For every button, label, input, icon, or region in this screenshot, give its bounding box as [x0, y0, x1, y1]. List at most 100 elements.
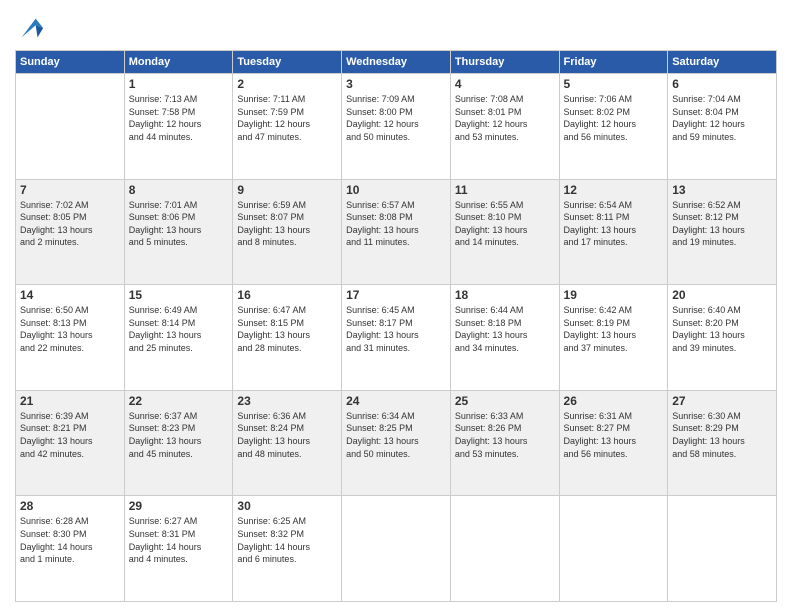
day-info: Sunrise: 6:50 AM Sunset: 8:13 PM Dayligh…: [20, 304, 120, 354]
day-number: 17: [346, 288, 446, 302]
calendar-week-row: 1Sunrise: 7:13 AM Sunset: 7:58 PM Daylig…: [16, 74, 777, 180]
calendar-cell: 18Sunrise: 6:44 AM Sunset: 8:18 PM Dayli…: [450, 285, 559, 391]
day-number: 16: [237, 288, 337, 302]
calendar-week-row: 7 Sunrise: 7:02 AM Sunset: 8:05 PM Daylig…: [16, 179, 777, 285]
calendar-cell: 21 Sunrise: 6:39 AM Sunset: 8:21 PM Dayli…: [16, 390, 125, 496]
calendar-cell: 25 Sunrise: 6:33 AM Sunset: 8:26 PM Dayli…: [450, 390, 559, 496]
logo-icon: [17, 14, 45, 42]
day-info: Sunrise: 6:59 AM Sunset: 8:07 PM Dayligh…: [237, 199, 337, 249]
weekday-header: Thursday: [450, 51, 559, 74]
day-info: Sunrise: 6:44 AM Sunset: 8:18 PM Dayligh…: [455, 304, 555, 354]
day-info: Sunrise: 6:49 AM Sunset: 8:14 PM Dayligh…: [129, 304, 229, 354]
day-number: 6: [672, 77, 772, 91]
calendar-cell: 3 Sunrise: 7:09 AM Sunset: 8:00 PM Daylig…: [342, 74, 451, 180]
weekday-header: Friday: [559, 51, 668, 74]
day-info: Sunrise: 6:27 AM Sunset: 8:31 PM Dayligh…: [129, 515, 229, 565]
day-number: 22: [129, 394, 229, 408]
day-info: Sunrise: 6:54 AM Sunset: 8:11 PM Dayligh…: [564, 199, 664, 249]
day-number: 3: [346, 77, 446, 91]
day-number: 29: [129, 499, 229, 513]
weekday-header: Sunday: [16, 51, 125, 74]
day-number: 27: [672, 394, 772, 408]
calendar-cell: 5Sunrise: 7:06 AM Sunset: 8:02 PM Daylig…: [559, 74, 668, 180]
day-info: Sunrise: 6:55 AM Sunset: 8:10 PM Dayligh…: [455, 199, 555, 249]
day-number: 14: [20, 288, 120, 302]
calendar-cell: 12 Sunrise: 6:54 AM Sunset: 8:11 PM Dayli…: [559, 179, 668, 285]
calendar-cell: 6 Sunrise: 7:04 AM Sunset: 8:04 PM Daylig…: [668, 74, 777, 180]
weekday-header: Monday: [124, 51, 233, 74]
calendar-cell: [668, 496, 777, 602]
page: SundayMondayTuesdayWednesdayThursdayFrid…: [0, 0, 792, 612]
day-info: Sunrise: 6:45 AM Sunset: 8:17 PM Dayligh…: [346, 304, 446, 354]
day-info: Sunrise: 6:37 AM Sunset: 8:23 PM Dayligh…: [129, 410, 229, 460]
day-info: Sunrise: 7:01 AM Sunset: 8:06 PM Dayligh…: [129, 199, 229, 249]
day-number: 10: [346, 183, 446, 197]
day-number: 20: [672, 288, 772, 302]
calendar-cell: 10 Sunrise: 6:57 AM Sunset: 8:08 PM Dayli…: [342, 179, 451, 285]
day-info: Sunrise: 6:57 AM Sunset: 8:08 PM Dayligh…: [346, 199, 446, 249]
day-info: Sunrise: 6:31 AM Sunset: 8:27 PM Dayligh…: [564, 410, 664, 460]
weekday-header: Tuesday: [233, 51, 342, 74]
day-number: 19: [564, 288, 664, 302]
day-number: 11: [455, 183, 555, 197]
calendar-cell: [16, 74, 125, 180]
calendar-cell: 20 Sunrise: 6:40 AM Sunset: 8:20 PM Dayli…: [668, 285, 777, 391]
calendar-cell: 22 Sunrise: 6:37 AM Sunset: 8:23 PM Dayli…: [124, 390, 233, 496]
day-number: 4: [455, 77, 555, 91]
day-info: Sunrise: 6:39 AM Sunset: 8:21 PM Dayligh…: [20, 410, 120, 460]
day-info: Sunrise: 6:47 AM Sunset: 8:15 PM Dayligh…: [237, 304, 337, 354]
day-info: Sunrise: 7:11 AM Sunset: 7:59 PM Dayligh…: [237, 93, 337, 143]
calendar-cell: 23 Sunrise: 6:36 AM Sunset: 8:24 PM Dayli…: [233, 390, 342, 496]
day-number: 23: [237, 394, 337, 408]
header-row: SundayMondayTuesdayWednesdayThursdayFrid…: [16, 51, 777, 74]
calendar-cell: 4Sunrise: 7:08 AM Sunset: 8:01 PM Daylig…: [450, 74, 559, 180]
calendar-cell: 29 Sunrise: 6:27 AM Sunset: 8:31 PM Dayli…: [124, 496, 233, 602]
calendar-cell: 24 Sunrise: 6:34 AM Sunset: 8:25 PM Dayli…: [342, 390, 451, 496]
calendar-week-row: 21 Sunrise: 6:39 AM Sunset: 8:21 PM Dayli…: [16, 390, 777, 496]
day-number: 30: [237, 499, 337, 513]
calendar-cell: 14 Sunrise: 6:50 AM Sunset: 8:13 PM Dayli…: [16, 285, 125, 391]
day-number: 28: [20, 499, 120, 513]
calendar-cell: 1Sunrise: 7:13 AM Sunset: 7:58 PM Daylig…: [124, 74, 233, 180]
day-number: 2: [237, 77, 337, 91]
calendar-week-row: 28Sunrise: 6:28 AM Sunset: 8:30 PM Dayli…: [16, 496, 777, 602]
calendar-cell: 2 Sunrise: 7:11 AM Sunset: 7:59 PM Daylig…: [233, 74, 342, 180]
day-number: 9: [237, 183, 337, 197]
day-number: 15: [129, 288, 229, 302]
day-info: Sunrise: 6:33 AM Sunset: 8:26 PM Dayligh…: [455, 410, 555, 460]
calendar-cell: 17 Sunrise: 6:45 AM Sunset: 8:17 PM Dayli…: [342, 285, 451, 391]
calendar-cell: 7 Sunrise: 7:02 AM Sunset: 8:05 PM Daylig…: [16, 179, 125, 285]
calendar-cell: 26 Sunrise: 6:31 AM Sunset: 8:27 PM Dayli…: [559, 390, 668, 496]
calendar-cell: 19 Sunrise: 6:42 AM Sunset: 8:19 PM Dayli…: [559, 285, 668, 391]
day-info: Sunrise: 6:25 AM Sunset: 8:32 PM Dayligh…: [237, 515, 337, 565]
calendar-cell: 8Sunrise: 7:01 AM Sunset: 8:06 PM Daylig…: [124, 179, 233, 285]
day-number: 21: [20, 394, 120, 408]
day-info: Sunrise: 7:04 AM Sunset: 8:04 PM Dayligh…: [672, 93, 772, 143]
day-info: Sunrise: 6:36 AM Sunset: 8:24 PM Dayligh…: [237, 410, 337, 460]
calendar-cell: 30 Sunrise: 6:25 AM Sunset: 8:32 PM Dayli…: [233, 496, 342, 602]
day-number: 7: [20, 183, 120, 197]
day-info: Sunrise: 6:40 AM Sunset: 8:20 PM Dayligh…: [672, 304, 772, 354]
day-info: Sunrise: 7:13 AM Sunset: 7:58 PM Dayligh…: [129, 93, 229, 143]
day-info: Sunrise: 6:30 AM Sunset: 8:29 PM Dayligh…: [672, 410, 772, 460]
day-info: Sunrise: 6:34 AM Sunset: 8:25 PM Dayligh…: [346, 410, 446, 460]
calendar-cell: [559, 496, 668, 602]
calendar-cell: 9 Sunrise: 6:59 AM Sunset: 8:07 PM Daylig…: [233, 179, 342, 285]
day-number: 12: [564, 183, 664, 197]
weekday-header: Saturday: [668, 51, 777, 74]
calendar-cell: 13Sunrise: 6:52 AM Sunset: 8:12 PM Dayli…: [668, 179, 777, 285]
day-number: 24: [346, 394, 446, 408]
calendar-cell: 28Sunrise: 6:28 AM Sunset: 8:30 PM Dayli…: [16, 496, 125, 602]
logo: [15, 14, 45, 42]
day-number: 26: [564, 394, 664, 408]
day-info: Sunrise: 7:09 AM Sunset: 8:00 PM Dayligh…: [346, 93, 446, 143]
calendar-cell: 15 Sunrise: 6:49 AM Sunset: 8:14 PM Dayli…: [124, 285, 233, 391]
day-info: Sunrise: 7:02 AM Sunset: 8:05 PM Dayligh…: [20, 199, 120, 249]
day-number: 25: [455, 394, 555, 408]
calendar-cell: 16 Sunrise: 6:47 AM Sunset: 8:15 PM Dayli…: [233, 285, 342, 391]
day-info: Sunrise: 6:52 AM Sunset: 8:12 PM Dayligh…: [672, 199, 772, 249]
calendar-week-row: 14 Sunrise: 6:50 AM Sunset: 8:13 PM Dayli…: [16, 285, 777, 391]
calendar-cell: 27 Sunrise: 6:30 AM Sunset: 8:29 PM Dayli…: [668, 390, 777, 496]
calendar-table: SundayMondayTuesdayWednesdayThursdayFrid…: [15, 50, 777, 602]
day-info: Sunrise: 6:42 AM Sunset: 8:19 PM Dayligh…: [564, 304, 664, 354]
